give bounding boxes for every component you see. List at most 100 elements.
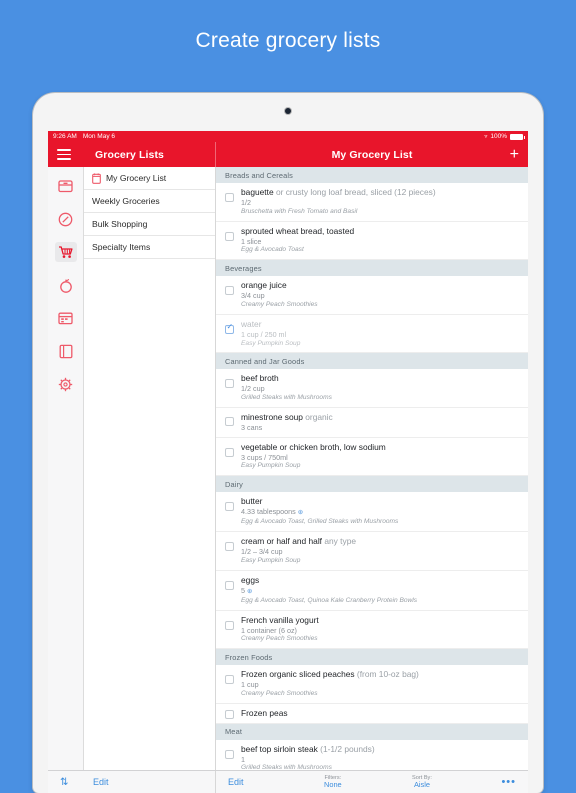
icon-rail bbox=[48, 167, 84, 770]
item-qty: 3 cans bbox=[241, 423, 263, 433]
item-info-icon[interactable]: ⊕ bbox=[298, 509, 304, 516]
item-qty: 1 container (6 oz) bbox=[241, 625, 297, 635]
edit-lists-button[interactable]: Edit bbox=[93, 777, 109, 787]
item-checkbox[interactable] bbox=[225, 620, 234, 630]
item-qty: 3/4 cup bbox=[241, 291, 265, 301]
item-qty: 1/2 – 3/4 cup bbox=[241, 547, 283, 557]
grocery-row[interactable]: eggs 5 ⊕ Egg & Avocado Toast, Quinoa Kal… bbox=[216, 571, 528, 611]
refresh-icon[interactable]: ⇅ bbox=[60, 777, 68, 788]
item-checkbox[interactable] bbox=[225, 231, 234, 241]
item-source: Egg & Avocado Toast, Grilled Steaks with… bbox=[241, 518, 399, 526]
item-checkbox[interactable] bbox=[225, 502, 234, 512]
grocery-row[interactable]: French vanilla yogurt 1 container (6 oz)… bbox=[216, 611, 528, 650]
wifi-icon: ▿ bbox=[484, 133, 488, 140]
item-checkbox[interactable] bbox=[225, 286, 234, 296]
bottom-toolbar: ⇅ Edit Edit Filters: None Sort By: Aisle… bbox=[48, 770, 528, 793]
notebook-icon bbox=[59, 344, 72, 358]
grocery-navbar: My Grocery List + bbox=[216, 142, 528, 167]
item-name: orange juice bbox=[241, 280, 287, 291]
item-name: Frozen peas bbox=[241, 707, 288, 718]
toolbar-right: Edit Filters: None Sort By: Aisle ••• bbox=[216, 771, 528, 793]
item-qty: 5 bbox=[241, 585, 245, 595]
item-qty: 1/2 cup bbox=[241, 384, 265, 394]
navigation-bars: Grocery Lists My Grocery List + bbox=[48, 142, 528, 167]
rail-item-settings[interactable] bbox=[55, 374, 77, 394]
sort-control[interactable]: Sort By: Aisle bbox=[412, 775, 432, 790]
rail-item-notebook[interactable] bbox=[55, 341, 77, 361]
battery-percent: 100% bbox=[490, 133, 507, 140]
item-checkbox[interactable] bbox=[225, 323, 234, 334]
grocery-row[interactable]: Frozen peas bbox=[216, 704, 528, 724]
add-item-button[interactable]: + bbox=[510, 146, 519, 163]
item-note: or crusty long loaf bread, sliced (12 pi… bbox=[275, 187, 436, 197]
item-checkbox[interactable] bbox=[225, 379, 234, 389]
more-options-button[interactable]: ••• bbox=[501, 776, 516, 788]
section-header: Beverages bbox=[216, 260, 528, 277]
item-source: Egg & Avocado Toast, Quinoa Kale Cranber… bbox=[241, 596, 418, 604]
grocery-row[interactable]: butter 4.33 tablespoons ⊕ Egg & Avocado … bbox=[216, 492, 528, 533]
item-name: vegetable or chicken broth, low sodium bbox=[241, 441, 386, 452]
compass-icon bbox=[58, 212, 73, 226]
item-checkbox[interactable] bbox=[225, 580, 234, 590]
item-note: (from 10-oz bag) bbox=[356, 669, 419, 680]
list-item[interactable]: Specialty Items bbox=[84, 236, 215, 259]
sort-label: Sort By: bbox=[412, 774, 432, 781]
item-checkbox[interactable] bbox=[225, 709, 234, 719]
grocery-row[interactable]: Frozen organic sliced peaches (from 10-o… bbox=[216, 665, 528, 704]
section-header: Dairy bbox=[216, 476, 528, 493]
item-checkbox[interactable] bbox=[225, 675, 234, 685]
grocery-row[interactable]: vegetable or chicken broth, low sodium 3… bbox=[216, 438, 528, 477]
calendar-icon bbox=[58, 312, 73, 325]
item-name: minestrone soup bbox=[241, 412, 303, 423]
page-title: Create grocery lists bbox=[195, 29, 381, 52]
gear-icon bbox=[58, 377, 73, 391]
item-source: Bruschetta with Fresh Tomato and Basil bbox=[241, 207, 358, 215]
item-checkbox[interactable] bbox=[225, 417, 234, 427]
grocery-row[interactable]: water 1 cup / 250 ml Easy Pumpkin Soup bbox=[216, 315, 528, 354]
lists-title: Grocery Lists bbox=[95, 148, 164, 161]
list-item[interactable]: Bulk Shopping bbox=[84, 213, 215, 236]
item-checkbox[interactable] bbox=[225, 542, 234, 552]
grocery-items-pane[interactable]: Breads and Cereals baguette or crusty lo… bbox=[216, 167, 528, 770]
list-item-label: Weekly Groceries bbox=[92, 196, 160, 206]
item-source: Creamy Peach Smoothies bbox=[241, 689, 318, 697]
item-name: beef broth bbox=[241, 373, 279, 384]
grocery-row[interactable]: sprouted wheat bread, toasted 1 slice Eg… bbox=[216, 222, 528, 261]
grocery-row[interactable]: beef broth 1/2 cup Grilled Steaks with M… bbox=[216, 369, 528, 409]
rail-item-pantry[interactable] bbox=[55, 275, 77, 295]
shopping-cart-icon bbox=[58, 246, 73, 258]
item-name: water bbox=[241, 318, 262, 329]
section-header: Frozen Foods bbox=[216, 649, 528, 666]
hamburger-icon[interactable] bbox=[57, 149, 71, 160]
grocery-row[interactable]: baguette or crusty long loaf bread, slic… bbox=[216, 183, 528, 222]
item-source: Egg & Avocado Toast bbox=[241, 246, 304, 254]
item-note: (1-1/2 pounds) bbox=[320, 743, 375, 754]
list-item[interactable]: Weekly Groceries bbox=[84, 190, 215, 213]
edit-items-button[interactable]: Edit bbox=[228, 777, 244, 787]
grocery-row[interactable]: cream or half and half any type 1/2 – 3/… bbox=[216, 532, 528, 571]
item-checkbox[interactable] bbox=[225, 447, 234, 457]
status-time: 9:26 AM bbox=[53, 133, 77, 140]
item-name: eggs bbox=[241, 574, 260, 585]
front-camera bbox=[285, 108, 291, 114]
rail-item-explore[interactable] bbox=[55, 209, 77, 229]
item-info-icon[interactable]: ⊕ bbox=[247, 588, 253, 595]
grocery-row[interactable]: minestrone soup organic 3 cans bbox=[216, 408, 528, 438]
item-name: cream or half and half bbox=[241, 536, 323, 547]
rail-item-meal-plan[interactable] bbox=[55, 308, 77, 328]
sort-value: Aisle bbox=[413, 779, 430, 789]
item-qty: 1 bbox=[241, 754, 245, 764]
filters-label: Filters: bbox=[324, 774, 342, 781]
grocery-row[interactable]: beef top sirloin steak (1-1/2 pounds) 1 … bbox=[216, 740, 528, 770]
grocery-row[interactable]: orange juice 3/4 cup Creamy Peach Smooth… bbox=[216, 276, 528, 315]
item-source: Creamy Peach Smoothies bbox=[241, 635, 318, 643]
rail-item-recipe-box[interactable] bbox=[55, 176, 77, 196]
list-item[interactable]: My Grocery List bbox=[84, 167, 215, 190]
item-checkbox[interactable] bbox=[225, 193, 234, 202]
section-header: Meat bbox=[216, 723, 528, 740]
battery-icon bbox=[510, 133, 525, 140]
rail-item-shopping-cart[interactable] bbox=[54, 242, 77, 262]
item-name: sprouted wheat bread, toasted bbox=[241, 225, 355, 236]
item-checkbox[interactable] bbox=[225, 749, 234, 759]
filters-control[interactable]: Filters: None bbox=[324, 775, 342, 790]
